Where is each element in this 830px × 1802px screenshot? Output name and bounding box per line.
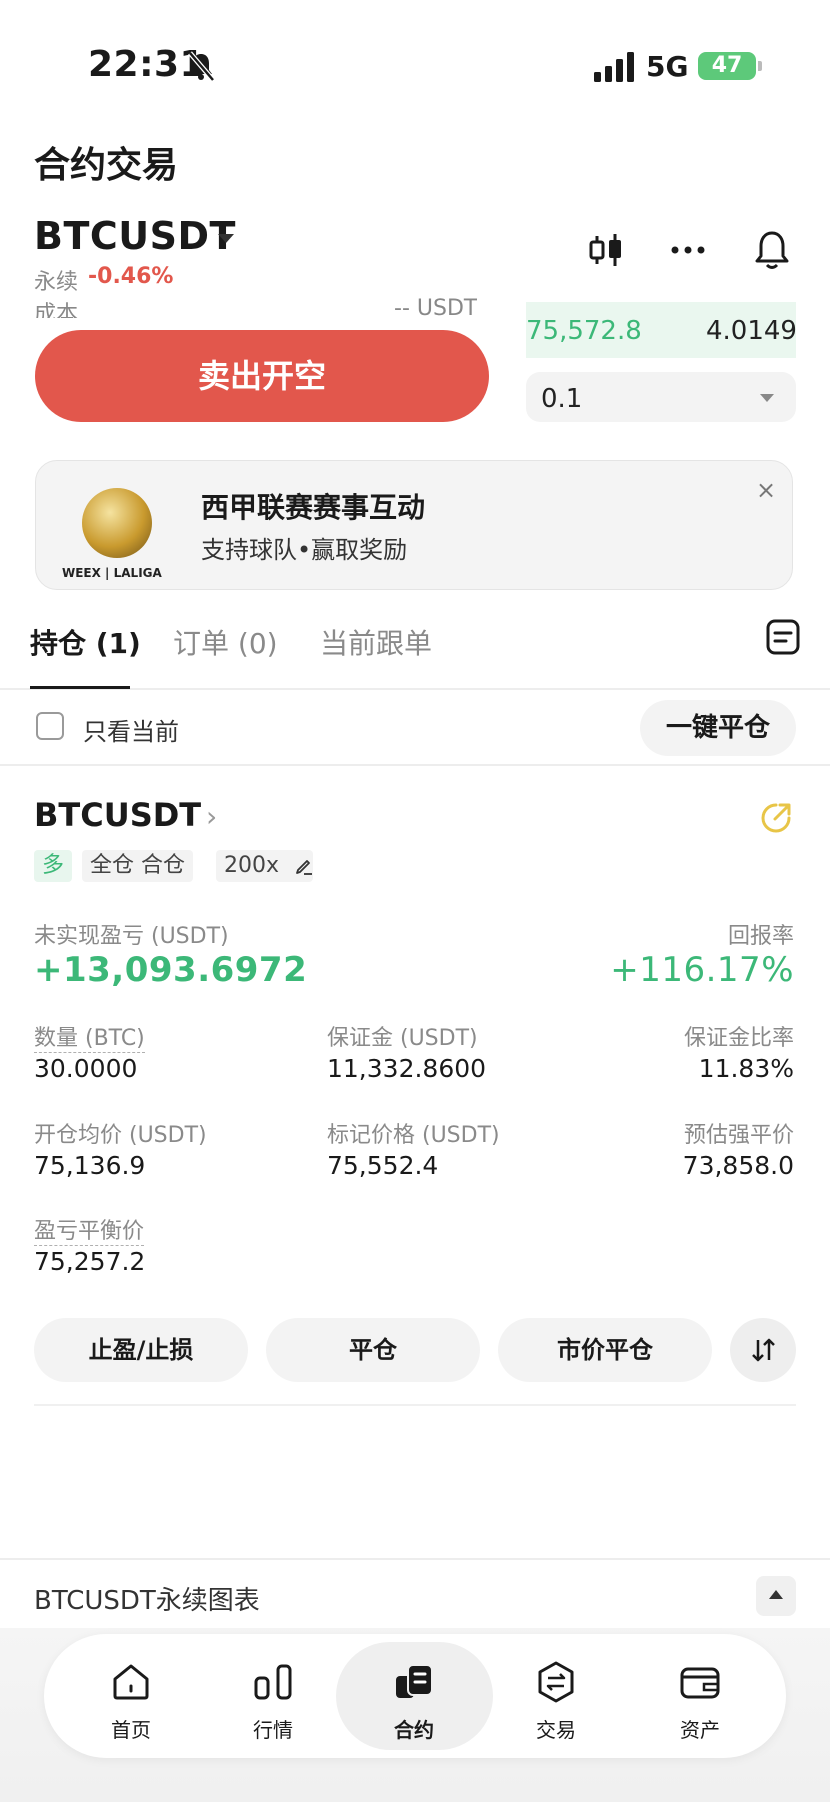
nav-assets-label[interactable]: 资产 [660, 1714, 740, 1743]
bell-muted-icon [188, 51, 215, 82]
margin-ratio-value: 11.83% [698, 1054, 794, 1083]
side-tag: 多 [34, 850, 73, 882]
close-all-button[interactable]: 一键平仓 [640, 700, 796, 756]
share-icon[interactable] [758, 800, 794, 836]
futures-icon[interactable] [392, 1660, 436, 1704]
order-history-icon[interactable] [764, 618, 802, 656]
chart-panel-label[interactable]: BTCUSDT永续图表 [34, 1580, 260, 1617]
divider [34, 1404, 796, 1406]
page-title: 合约交易 [34, 145, 179, 186]
contract-type: 永续 [34, 270, 79, 295]
divider [0, 764, 830, 766]
swap-arrows-icon [752, 1338, 775, 1362]
margin-ratio-label: 保证金比率 [683, 1026, 794, 1051]
mark-price-value: 75,552.4 [327, 1151, 439, 1180]
market-close-button[interactable]: 市价平仓 [498, 1318, 712, 1382]
close-position-button[interactable]: 平仓 [266, 1318, 480, 1382]
bell-icon[interactable] [750, 228, 794, 272]
margin-value: 11,332.8600 [327, 1054, 487, 1083]
pnl-label: 未实现盈亏 (USDT) [34, 924, 229, 949]
signal-icon [594, 52, 634, 82]
breakeven-value: 75,257.2 [34, 1247, 146, 1276]
margin-label: 保证金 (USDT) [327, 1026, 478, 1051]
orderbook-price: 75,572.8 [526, 316, 642, 346]
tpsl-button[interactable]: 止盈/止损 [34, 1318, 248, 1382]
trade-icon[interactable] [534, 1660, 578, 1704]
pnl-value: +13,093.6972 [34, 950, 308, 990]
battery-indicator: 47 [698, 52, 762, 80]
orderbook-qty: 4.0149 [706, 316, 797, 346]
qty-label[interactable]: 数量 (BTC) [34, 1020, 145, 1053]
wallet-icon[interactable] [678, 1660, 722, 1704]
nav-trade-label[interactable]: 交易 [516, 1714, 596, 1743]
nav-market-label[interactable]: 行情 [233, 1714, 313, 1743]
position-symbol[interactable]: BTCUSDT [34, 796, 201, 834]
margin-mode-tag[interactable]: 全仓 合仓 [82, 850, 193, 882]
banner-logo: WEEX | LALIGA [62, 566, 162, 580]
sell-short-button[interactable]: 卖出开空 [35, 330, 489, 422]
mark-price-label: 标记价格 (USDT) [327, 1123, 500, 1148]
roe-label: 回报率 [727, 924, 794, 949]
more-icon[interactable] [666, 228, 710, 272]
liq-price-label: 预估强平价 [683, 1123, 794, 1148]
cost-value: -- USDT [394, 296, 478, 318]
entry-price-label: 开仓均价 (USDT) [34, 1123, 207, 1148]
banner-title: 西甲联赛赛事互动 [201, 491, 426, 524]
roe-value: +116.17% [610, 950, 794, 990]
entry-price-value: 75,136.9 [34, 1151, 146, 1180]
network-type: 5G [646, 50, 689, 83]
reverse-position-button[interactable] [730, 1318, 796, 1382]
symbol-selector[interactable]: BTCUSDT [34, 214, 236, 258]
cost-label: 成本 [34, 302, 79, 318]
football-image [82, 488, 152, 558]
chart-expand-button[interactable] [756, 1576, 796, 1616]
chevron-down-icon [760, 394, 774, 402]
price-change: -0.46% [88, 264, 174, 289]
tab-positions[interactable]: 持仓 (1) [30, 622, 141, 662]
caret-down-icon[interactable] [218, 234, 234, 243]
edit-icon[interactable] [294, 856, 314, 876]
nav-futures-label[interactable]: 合约 [374, 1714, 454, 1743]
nav-home-label[interactable]: 首页 [91, 1714, 171, 1743]
tab-copy-trading[interactable]: 当前跟单 [320, 622, 432, 662]
banner-subtitle: 支持球队•赢取奖励 [201, 536, 408, 564]
close-icon[interactable]: × [756, 476, 776, 504]
market-icon[interactable] [251, 1660, 295, 1704]
only-current-checkbox[interactable] [36, 712, 64, 740]
liq-price-value: 73,858.0 [682, 1151, 794, 1180]
home-icon[interactable] [109, 1660, 153, 1704]
chevron-right-icon[interactable]: › [206, 800, 217, 833]
divider [0, 1558, 830, 1560]
qty-value: 30.0000 [34, 1054, 138, 1083]
only-current-label: 只看当前 [83, 718, 179, 746]
tab-active-indicator [30, 686, 130, 689]
depth-value: 0.1 [541, 384, 583, 414]
breakeven-label[interactable]: 盈亏平衡价 [34, 1213, 145, 1246]
candlestick-chart-icon[interactable] [584, 228, 628, 272]
tab-orders[interactable]: 订单 (0) [173, 622, 278, 662]
